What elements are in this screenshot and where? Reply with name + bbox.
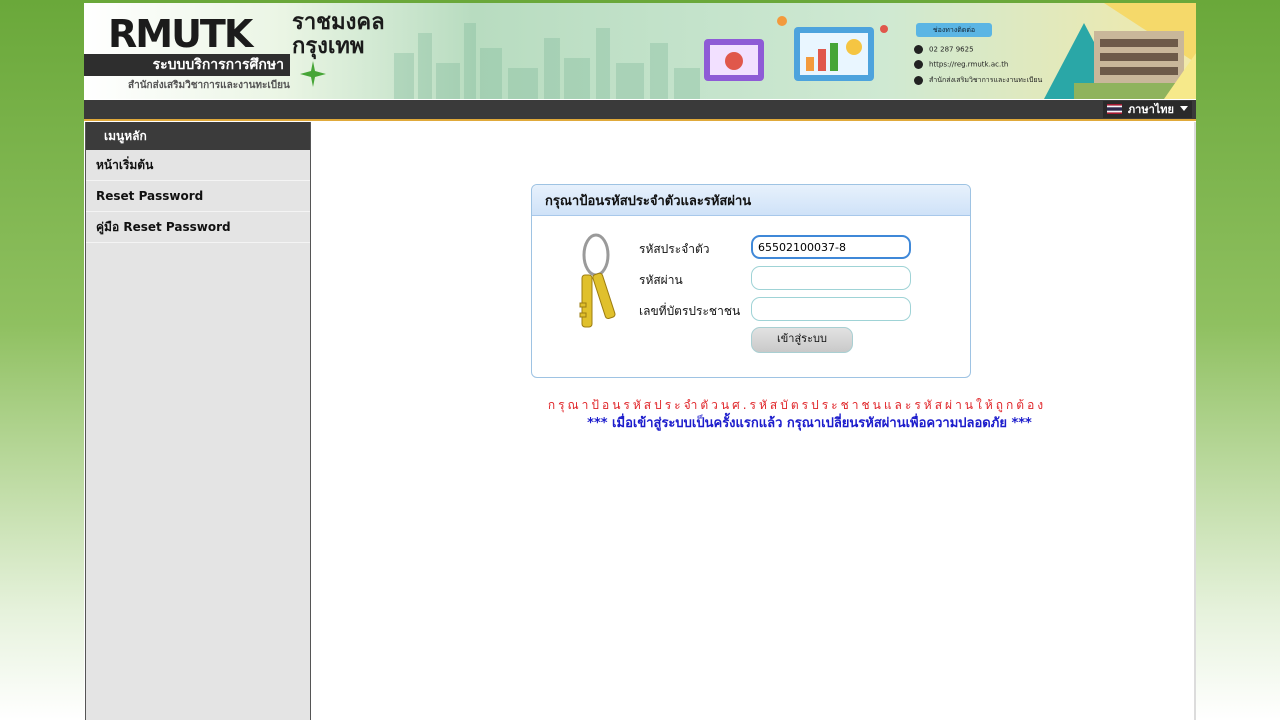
logo-thai-line2: กรุงเทพ xyxy=(292,34,365,59)
contact-office: สำนักส่งเสริมวิชาการและงานทะเบียน xyxy=(914,75,1042,86)
password-input[interactable] xyxy=(751,266,911,290)
contact-title: ช่องทางติดต่อ xyxy=(916,23,992,37)
campus-building-image xyxy=(1044,3,1196,99)
logo-thai-name: ราชมงคล กรุงเทพ xyxy=(292,11,385,59)
sidebar-item-home[interactable]: หน้าเริ่มต้น xyxy=(86,150,310,181)
login-button[interactable]: เข้าสู่ระบบ xyxy=(751,327,853,353)
sparkle-icon xyxy=(300,61,326,87)
office-name: สำนักส่งเสริมวิชาการและงานทะเบียน xyxy=(128,80,290,91)
contact-phone-text: 02 287 9625 xyxy=(929,45,974,54)
student-id-label: รหัสประจำตัว xyxy=(639,242,710,256)
citizen-id-input[interactable] xyxy=(751,297,911,321)
sidebar-item-reset-password[interactable]: Reset Password xyxy=(86,181,310,212)
language-selector[interactable]: ภาษาไทย xyxy=(1102,101,1192,118)
education-illustration xyxy=(704,16,888,81)
citizen-id-label: เลขที่บัตรประชาชน xyxy=(639,304,741,318)
contact-web: https://reg.rmutk.ac.th xyxy=(914,60,1008,69)
rmutk-logo: RMUTK xyxy=(108,12,253,56)
logo-text: RMUTK xyxy=(108,12,253,56)
student-id-input[interactable] xyxy=(751,235,911,259)
first-login-note: *** เมื่อเข้าสู่ระบบเป็นครั้งแรกแล้ว กรุ… xyxy=(587,416,1032,431)
password-label: รหัสผ่าน xyxy=(639,273,683,287)
logo-thai-line1: ราชมงคล xyxy=(292,10,385,35)
sidebar-item-reset-password-manual[interactable]: คู่มือ Reset Password xyxy=(86,212,310,243)
top-navbar: ภาษาไทย xyxy=(84,100,1196,121)
sidebar: เมนูหลัก หน้าเริ่มต้น Reset Password คู่… xyxy=(85,122,311,720)
login-panel-title: กรุณาป้อนรหัสประจำตัวและรหัสผ่าน xyxy=(532,185,970,216)
chevron-down-icon xyxy=(1180,106,1188,111)
thai-flag-icon xyxy=(1106,104,1122,114)
keys-icon xyxy=(579,233,616,328)
contact-phone: 02 287 9625 xyxy=(914,45,974,54)
sidebar-title: เมนูหลัก xyxy=(86,122,310,150)
header-banner: RMUTK ราชมงคล กรุงเทพ ระบบบริการการศึกษา… xyxy=(84,3,1196,99)
system-name-bar: ระบบบริการการศึกษา xyxy=(84,54,290,76)
contact-web-text: https://reg.rmutk.ac.th xyxy=(929,60,1009,69)
city-skyline-image xyxy=(394,23,700,99)
language-label: ภาษาไทย xyxy=(1127,103,1174,116)
home-icon xyxy=(914,75,923,85)
contact-office-text: สำนักส่งเสริมวิชาการและงานทะเบียน xyxy=(929,76,1043,84)
phone-icon xyxy=(914,45,923,54)
globe-icon xyxy=(914,60,923,69)
login-panel: กรุณาป้อนรหัสประจำตัวและรหัสผ่าน รหัสประ… xyxy=(531,184,971,378)
page-container: RMUTK ราชมงคล กรุงเทพ ระบบบริการการศึกษา… xyxy=(84,3,1196,720)
